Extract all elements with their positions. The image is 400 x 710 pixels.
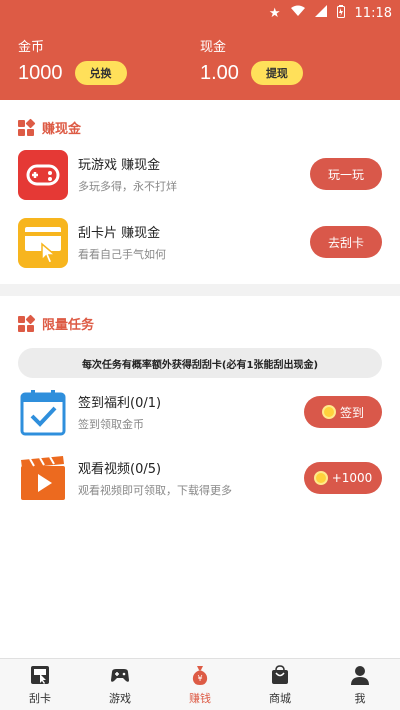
tab-scratch[interactable]: 刮卡 bbox=[0, 659, 80, 710]
scratch-card-button[interactable]: 去刮卡 bbox=[310, 226, 382, 258]
grid-icon bbox=[18, 314, 36, 332]
coins-value: 1000 bbox=[18, 61, 63, 84]
earn-section-header: 赚现金 bbox=[18, 118, 81, 137]
coin-icon bbox=[321, 405, 336, 419]
task-item-title: 签到福利(0/1) bbox=[78, 396, 162, 411]
task-item-subtitle: 观看视频即可领取，下载得更多 bbox=[78, 484, 232, 497]
calendar-check-icon bbox=[18, 388, 68, 438]
watch-video-button-label: +1000 bbox=[331, 471, 373, 485]
earn-item-scratch: 刮卡片 赚现金 看看自己手气如何 去刮卡 bbox=[18, 218, 382, 270]
scratch-card-icon bbox=[18, 218, 68, 268]
coins-label: 金币 bbox=[18, 40, 45, 55]
checkin-button-label: 签到 bbox=[339, 405, 364, 420]
tab-label: 我 bbox=[354, 691, 366, 705]
money-bag-tab-icon: ¥ bbox=[192, 665, 208, 685]
task-item-video: 观看视频(0/5) 观看视频即可领取，下载得更多 +1000 bbox=[18, 454, 382, 506]
tab-label: 游戏 bbox=[109, 691, 131, 705]
header: ★ 11:18 金币 1000 兑换 现金 1.00 提现 bbox=[0, 0, 400, 100]
coins-panel: 金币 1000 兑换 bbox=[18, 36, 127, 85]
cash-panel: 现金 1.00 提现 bbox=[200, 36, 303, 85]
earn-item-subtitle: 看看自己手气如何 bbox=[78, 248, 166, 261]
star-icon: ★ bbox=[268, 5, 281, 21]
earn-item-title: 刮卡片 赚现金 bbox=[78, 226, 161, 241]
earn-item-subtitle: 多玩多得，永不打烊 bbox=[78, 180, 177, 193]
task-item-checkin: 签到福利(0/1) 签到领取金币 签到 bbox=[18, 388, 382, 440]
bottom-tab-bar: 刮卡 游戏 ¥ 赚钱 商城 我 bbox=[0, 658, 400, 710]
gamepad-tab-icon bbox=[111, 668, 129, 682]
tab-label: 赚钱 bbox=[189, 691, 211, 705]
scratch-tab-icon bbox=[31, 665, 49, 684]
tasks-section-header: 限量任务 bbox=[18, 314, 94, 333]
play-game-button[interactable]: 玩一玩 bbox=[310, 158, 382, 190]
tasks-section-title: 限量任务 bbox=[42, 318, 95, 333]
gamepad-icon bbox=[18, 150, 68, 200]
task-item-title: 观看视频(0/5) bbox=[78, 462, 162, 477]
tab-mall[interactable]: 商城 bbox=[240, 659, 320, 710]
earn-section-title: 赚现金 bbox=[42, 122, 82, 137]
cash-value: 1.00 bbox=[200, 61, 239, 84]
shopping-bag-tab-icon bbox=[272, 664, 288, 684]
tab-label: 商城 bbox=[269, 691, 291, 705]
exchange-button[interactable]: 兑换 bbox=[74, 61, 127, 85]
tab-label: 刮卡 bbox=[29, 691, 51, 705]
tasks-section: 限量任务 每次任务有概率额外获得刮刮卡(必有1张能刮出现金) 签到福利(0/1)… bbox=[0, 296, 400, 658]
withdraw-button[interactable]: 提现 bbox=[250, 61, 303, 85]
video-play-icon bbox=[18, 454, 68, 504]
status-bar: ★ 11:18 bbox=[269, 4, 392, 22]
cash-label: 现金 bbox=[200, 40, 227, 55]
earn-item-title: 玩游戏 赚现金 bbox=[78, 158, 161, 173]
earn-item-game: 玩游戏 赚现金 多玩多得，永不打烊 玩一玩 bbox=[18, 150, 382, 202]
watch-video-button[interactable]: +1000 bbox=[304, 462, 382, 494]
signal-icon bbox=[314, 5, 327, 21]
tab-earn[interactable]: ¥ 赚钱 bbox=[160, 659, 240, 710]
tab-games[interactable]: 游戏 bbox=[80, 659, 160, 710]
grid-icon bbox=[18, 118, 36, 136]
battery-icon bbox=[336, 4, 345, 22]
user-tab-icon bbox=[351, 665, 369, 685]
tab-me[interactable]: 我 bbox=[320, 659, 400, 710]
earn-section: 赚现金 玩游戏 赚现金 多玩多得，永不打烊 玩一玩 刮卡片 赚现金 看看自己手气… bbox=[0, 100, 400, 284]
tasks-notice: 每次任务有概率额外获得刮刮卡(必有1张能刮出现金) bbox=[18, 348, 382, 378]
wifi-icon bbox=[290, 5, 305, 21]
svg-text:¥: ¥ bbox=[197, 674, 202, 683]
checkin-button[interactable]: 签到 bbox=[304, 396, 382, 428]
coin-icon bbox=[313, 471, 328, 485]
status-time: 11:18 bbox=[354, 5, 392, 21]
task-item-subtitle: 签到领取金币 bbox=[78, 418, 144, 431]
